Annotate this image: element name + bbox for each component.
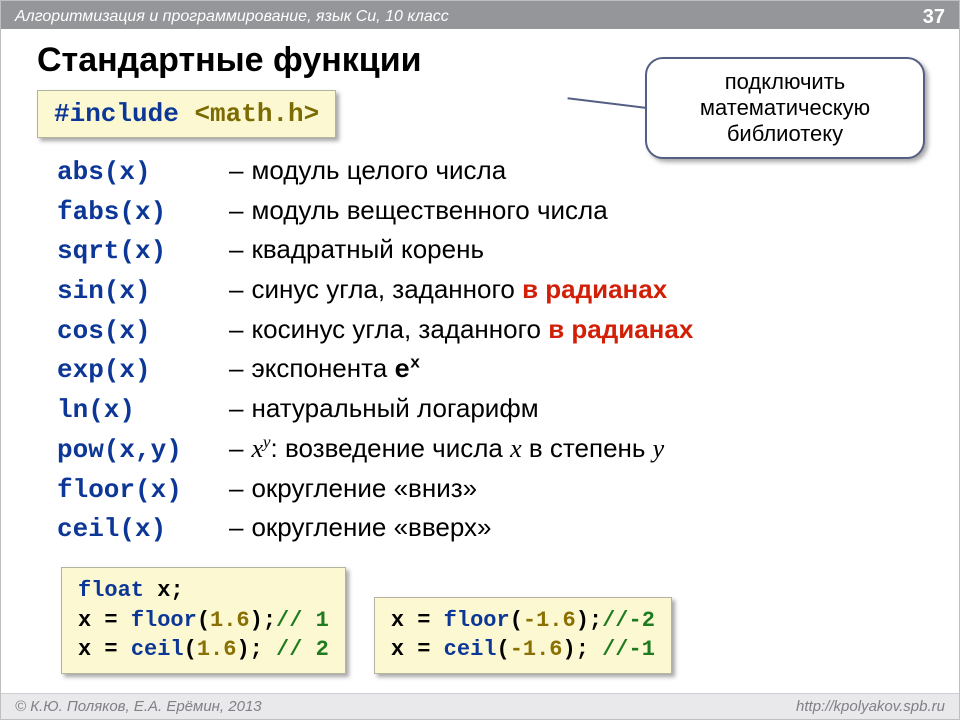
function-row: sqrt(x)–квадратный корень xyxy=(57,231,959,271)
header-bar: Алгоритмизация и программирование, язык … xyxy=(1,1,959,29)
function-row: cos(x)–косинус угла, заданного в радиана… xyxy=(57,311,959,351)
function-code: ln(x) xyxy=(57,392,225,430)
function-code: sin(x) xyxy=(57,273,225,311)
slide: Алгоритмизация и программирование, язык … xyxy=(0,0,960,720)
function-row: pow(x,y)–xy: возведение числа x в степен… xyxy=(57,430,959,470)
function-row: ceil(x)–округление «вверх» xyxy=(57,509,959,549)
function-code: ceil(x) xyxy=(57,511,225,549)
function-desc: натуральный логарифм xyxy=(251,390,538,428)
function-code: cos(x) xyxy=(57,313,225,351)
function-desc: квадратный корень xyxy=(251,231,484,269)
function-desc: модуль целого числа xyxy=(251,152,506,190)
include-code-box: #include <math.h> xyxy=(37,90,336,138)
example-box-negative: x = floor(-1.6);//-2 x = ceil(-1.6); //-… xyxy=(374,597,672,674)
function-desc: xy: возведение числа x в степень y xyxy=(251,430,664,468)
function-desc: округление «вниз» xyxy=(251,470,477,508)
footer-copyright: © К.Ю. Поляков, Е.А. Ерёмин, 2013 xyxy=(15,698,262,715)
example-box-positive: float x; x = floor(1.6);// 1 x = ceil(1.… xyxy=(61,567,346,674)
page-number: 37 xyxy=(923,6,945,29)
function-code: fabs(x) xyxy=(57,194,225,232)
function-row: exp(x)–экспонента ex xyxy=(57,350,959,390)
function-desc: округление «вверх» xyxy=(251,509,491,547)
function-code: exp(x) xyxy=(57,352,225,390)
include-header: <math.h> xyxy=(194,99,319,129)
function-code: abs(x) xyxy=(57,154,225,192)
footer-link: http://kpolyakov.spb.ru xyxy=(796,698,945,715)
function-row: ln(x)–натуральный логарифм xyxy=(57,390,959,430)
function-code: sqrt(x) xyxy=(57,233,225,271)
function-code: pow(x,y) xyxy=(57,432,225,470)
include-row: #include <math.h> xyxy=(1,90,959,138)
function-desc: косинус угла, заданного в радианах xyxy=(251,311,693,349)
example-row: float x; x = floor(1.6);// 1 x = ceil(1.… xyxy=(1,549,959,674)
function-list: abs(x)–модуль целого числаfabs(x)–модуль… xyxy=(1,138,959,549)
include-directive: #include xyxy=(54,99,179,129)
footer-bar: © К.Ю. Поляков, Е.А. Ерёмин, 2013 http:/… xyxy=(1,693,959,719)
function-row: floor(x)–округление «вниз» xyxy=(57,470,959,510)
course-title: Алгоритмизация и программирование, язык … xyxy=(15,8,449,26)
function-row: fabs(x)–модуль вещественного числа xyxy=(57,192,959,232)
function-desc: экспонента ex xyxy=(251,350,420,390)
function-row: sin(x)–синус угла, заданного в радианах xyxy=(57,271,959,311)
function-desc: синус угла, заданного в радианах xyxy=(251,271,667,309)
function-desc: модуль вещественного числа xyxy=(251,192,607,230)
function-code: floor(x) xyxy=(57,472,225,510)
